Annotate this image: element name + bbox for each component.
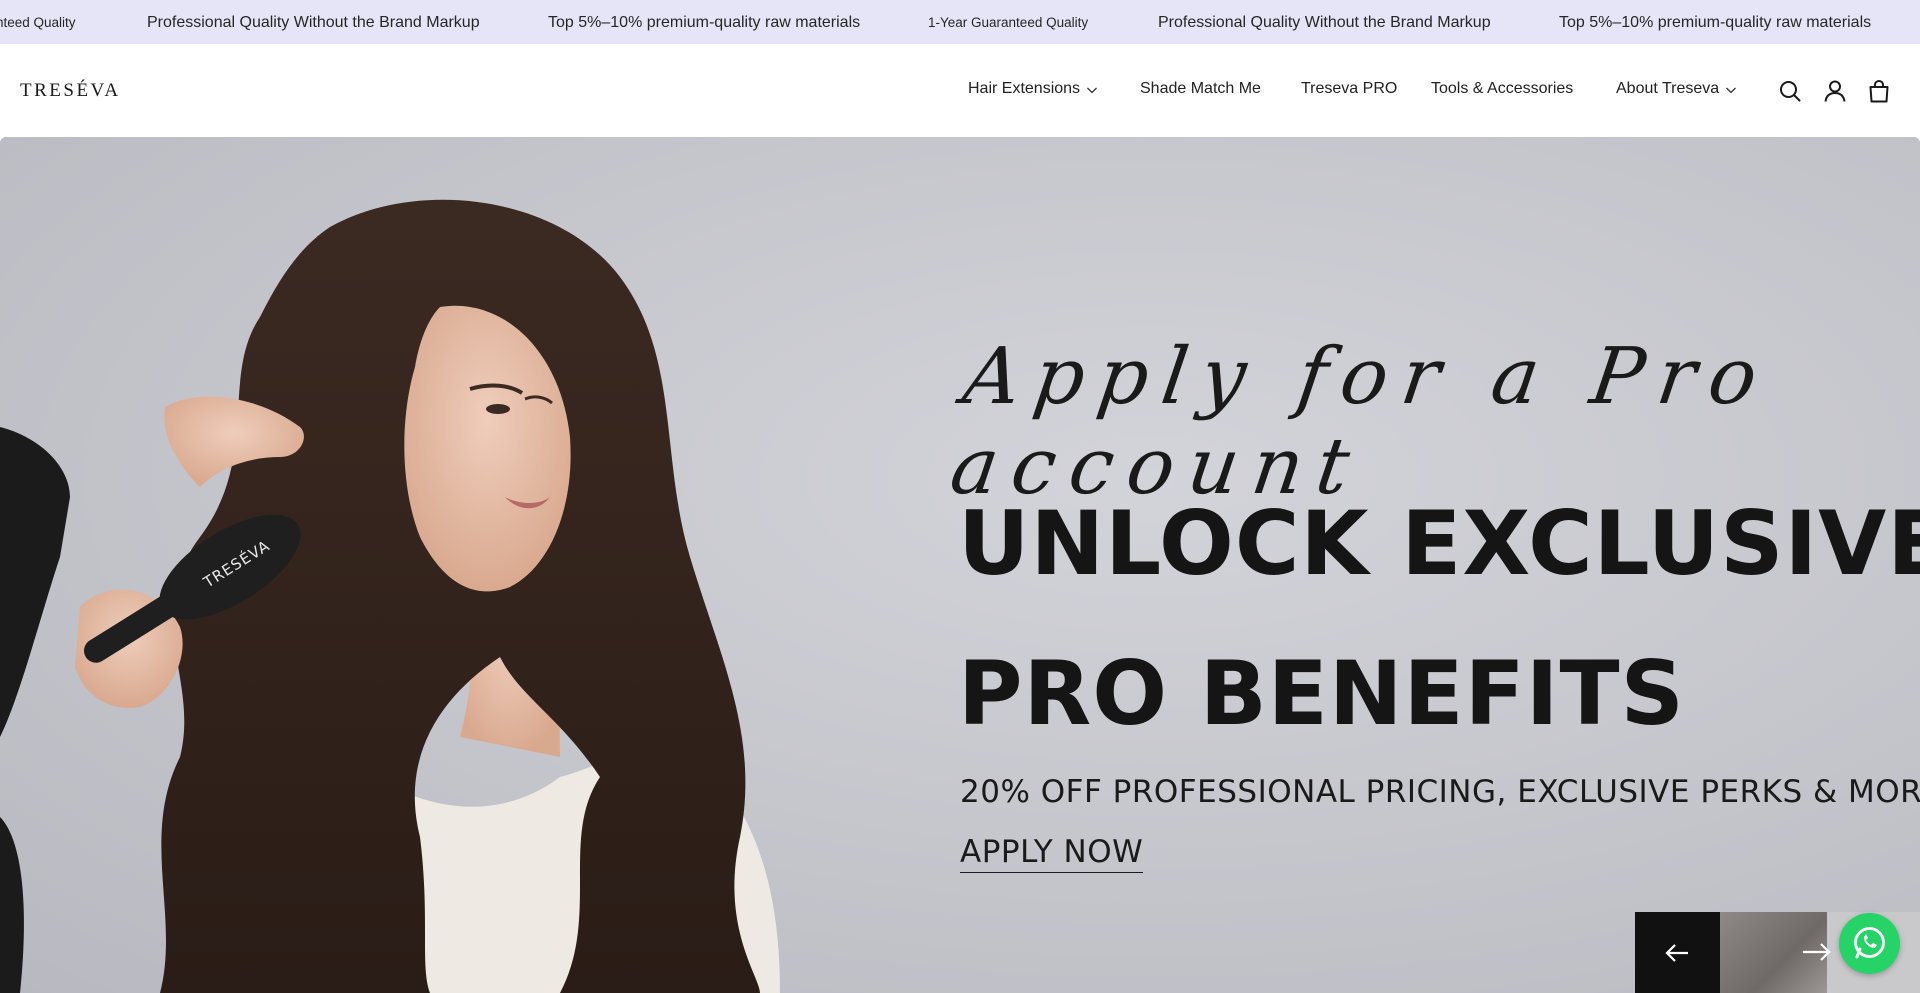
announcement-track: nteed Quality Professional Quality Witho… bbox=[0, 0, 1920, 44]
hero-headline-line2: PRO BENEFITS bbox=[958, 642, 1685, 745]
apply-now-link[interactable]: APPLY NOW bbox=[960, 834, 1144, 873]
whatsapp-chat-button[interactable] bbox=[1839, 913, 1900, 974]
hero-banner: TRESÉVA Apply for a Pro account UNLOCK E… bbox=[0, 137, 1920, 993]
nav-item-shade-match[interactable]: Shade Match Me bbox=[1140, 80, 1261, 98]
chevron-down-icon bbox=[1087, 87, 1098, 94]
nav-item-label: Treseva PRO bbox=[1301, 80, 1398, 97]
main-nav: Hair Extensions Shade Match Me Treseva P… bbox=[0, 80, 1920, 104]
announcement-message: Top 5%–10% premium-quality raw materials bbox=[548, 14, 861, 31]
nav-item-tools-accessories[interactable]: Tools & Accessories bbox=[1431, 80, 1573, 98]
nav-item-label: Tools & Accessories bbox=[1431, 80, 1574, 97]
hero-subheadline: 20% OFF PROFESSIONAL PRICING, EXCLUSIVE … bbox=[960, 774, 1920, 810]
hero-headline-line1: UNLOCK EXCLUSIVE bbox=[958, 492, 1920, 595]
announcement-message: Top 5%–10% premium-quality raw materials bbox=[1559, 14, 1872, 31]
announcement-message: Professional Quality Without the Brand M… bbox=[1158, 14, 1491, 31]
nav-item-hair-extensions[interactable]: Hair Extensions bbox=[968, 80, 1098, 98]
chevron-down-icon bbox=[1726, 87, 1737, 94]
arrow-right-icon[interactable] bbox=[1797, 932, 1837, 972]
announcement-message: 1-Year Guaranteed Quality bbox=[928, 15, 1089, 30]
hero-model-image: TRESÉVA bbox=[0, 199, 780, 993]
hero-script-title: Apply for a Pro account bbox=[945, 332, 1777, 512]
search-icon[interactable] bbox=[1777, 78, 1803, 104]
nav-item-label: Shade Match Me bbox=[1140, 80, 1261, 97]
nav-item-label: Hair Extensions bbox=[968, 80, 1081, 97]
nav-item-treseva-pro[interactable]: Treseva PRO bbox=[1301, 80, 1397, 98]
slider-prev-button[interactable] bbox=[1635, 912, 1720, 993]
whatsapp-icon bbox=[1854, 927, 1885, 959]
nav-item-label: About Treseva bbox=[1616, 80, 1720, 97]
announcement-bar: nteed Quality Professional Quality Witho… bbox=[0, 0, 1920, 44]
nav-item-about[interactable]: About Treseva bbox=[1616, 80, 1737, 98]
announcement-message: nteed Quality bbox=[0, 15, 76, 30]
account-icon[interactable] bbox=[1822, 78, 1848, 104]
announcement-message: Professional Quality Without the Brand M… bbox=[147, 14, 480, 31]
site-header: TRESÉVA Hair Extensions Shade Match Me T… bbox=[0, 44, 1920, 137]
arrow-left-icon bbox=[1665, 944, 1688, 962]
cart-icon[interactable] bbox=[1866, 78, 1892, 104]
